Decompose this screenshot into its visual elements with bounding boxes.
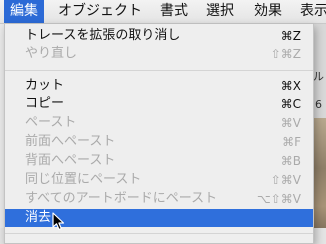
- menu-item-cut[interactable]: カット ⌘X: [5, 77, 313, 95]
- menu-item-paste-in-place[interactable]: 同じ位置にペースト ⇧⌘V: [5, 171, 313, 189]
- menu-item-paste-in-front[interactable]: 前面へペースト ⌘F: [5, 133, 313, 151]
- background-text: ル: [313, 70, 324, 83]
- menubar-item-edit[interactable]: 編集: [4, 0, 44, 23]
- menu-item-shortcut: ⇧⌘V: [270, 173, 301, 187]
- menu-bar: 編集 オブジェクト 書式 選択 効果 表示: [0, 0, 326, 24]
- menu-item-shortcut: ⌘B: [280, 154, 301, 168]
- menu-item-label: 背面へペースト: [25, 153, 116, 168]
- menubar-item-type[interactable]: 書式: [154, 0, 194, 23]
- menu-item-paste[interactable]: ペースト ⌘V: [5, 114, 313, 132]
- menu-item-shortcut: ⇧⌘Z: [270, 47, 301, 61]
- pointer-cursor-icon: [52, 212, 65, 231]
- menu-item-shortcut: ⌥⇧⌘V: [256, 192, 301, 206]
- menu-item-label: 前面へペースト: [25, 134, 116, 149]
- menubar-item-view[interactable]: 表示: [294, 0, 326, 23]
- menu-item-label: 同じ位置にペースト: [25, 172, 142, 187]
- menu-item-label: やり直し: [25, 46, 78, 61]
- menu-item-label: 消去: [25, 210, 52, 225]
- menu-item-paste-in-back[interactable]: 背面へペースト ⌘B: [5, 152, 313, 170]
- menu-separator: [5, 70, 313, 71]
- menu-item-paste-on-all-artboards[interactable]: すべてのアートボードにペースト ⌥⇧⌘V: [5, 190, 313, 208]
- menu-item-shortcut: ⌘Z: [280, 29, 301, 43]
- menu-item-label: すべてのアートボードにペースト: [25, 191, 218, 206]
- menubar-item-object[interactable]: オブジェクト: [52, 0, 148, 23]
- menu-item-copy[interactable]: コピー ⌘C: [5, 95, 313, 113]
- menu-item-undo[interactable]: トレースを拡張の取り消し ⌘Z: [5, 27, 313, 45]
- menu-item-label: トレースを拡張の取り消し: [25, 28, 181, 43]
- background-text: 6: [315, 98, 322, 111]
- menu-item-shortcut: ⌘C: [280, 97, 301, 111]
- menu-item-label: カット: [25, 78, 65, 93]
- menu-item-shortcut: ⌘V: [280, 116, 301, 130]
- menu-item-shortcut: ⌘F: [282, 135, 301, 149]
- menu-item-label: ペースト: [25, 115, 77, 130]
- menubar-item-effect[interactable]: 効果: [248, 0, 288, 23]
- edit-menu-dropdown: トレースを拡張の取り消し ⌘Z やり直し ⇧⌘Z カット ⌘X コピー ⌘C ペ…: [4, 24, 314, 244]
- menu-item-redo[interactable]: やり直し ⇧⌘Z: [5, 45, 313, 63]
- menu-item-shortcut: ⌘X: [280, 79, 301, 93]
- menu-item-label: コピー: [25, 96, 65, 111]
- menu-separator: [5, 233, 313, 234]
- menubar-item-select[interactable]: 選択: [200, 0, 240, 23]
